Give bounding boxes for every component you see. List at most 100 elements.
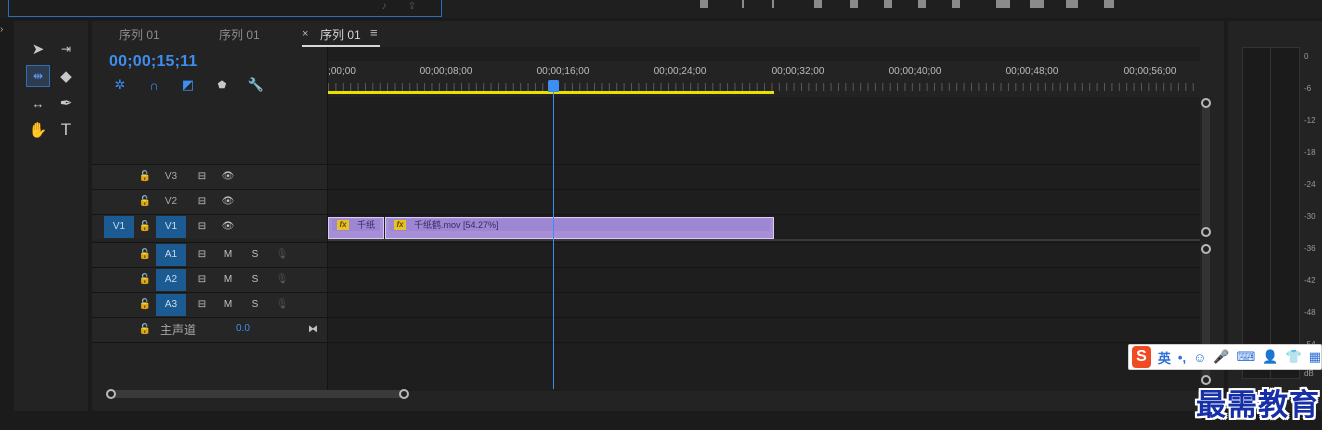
button-editor-icon[interactable]	[1104, 0, 1114, 8]
horizontal-zoom-scrollbar[interactable]	[106, 390, 406, 398]
slip-tool-icon[interactable]: ↔	[26, 92, 50, 114]
play-icon[interactable]	[884, 0, 892, 8]
tab-menu-icon[interactable]: ≡	[370, 25, 378, 40]
meter-split	[1270, 47, 1271, 379]
meter-tick: -36	[1304, 244, 1316, 253]
go-to-out-icon[interactable]	[952, 0, 960, 8]
add-marker-icon[interactable]: ⬟	[214, 77, 230, 93]
lock-icon[interactable]: 🔓	[138, 170, 152, 184]
sync-lock-icon[interactable]: ⊟	[195, 273, 209, 287]
go-to-in-icon[interactable]	[814, 0, 822, 8]
program-control-icon[interactable]	[700, 0, 708, 8]
tab-sequence-2[interactable]: 序列 01	[219, 26, 260, 43]
extract-icon[interactable]	[1030, 0, 1044, 8]
nest-toggle-icon[interactable]: ✲	[112, 77, 128, 93]
lift-icon[interactable]	[996, 0, 1010, 8]
eye-icon[interactable]: 👁	[221, 220, 235, 234]
track-header-v1: V1 🔓 V1 ⊟ 👁	[92, 215, 327, 239]
sync-lock-icon[interactable]: ⊟	[195, 248, 209, 262]
clip-2[interactable]: fx 千纸鹤.mov [54.27%]	[385, 217, 774, 239]
time-ruler[interactable]: ;00;00 00;00;08;00 00;00;16;00 00;00;24;…	[328, 61, 1200, 97]
ruler-label: 00;00;56;00	[1123, 66, 1177, 77]
insert-icon[interactable]: ♪	[377, 1, 391, 13]
ime-voice-icon[interactable]: 🎤	[1213, 349, 1229, 365]
microphone-icon[interactable]: 🎙	[275, 273, 289, 287]
mute-button[interactable]: M	[221, 248, 235, 262]
sync-lock-icon[interactable]: ⊟	[195, 220, 209, 234]
ime-logo[interactable]: S	[1132, 346, 1151, 368]
video-scroll-handle-top[interactable]	[1201, 98, 1211, 108]
meter-tick: -30	[1304, 212, 1316, 221]
track-target-a3[interactable]: A3	[156, 294, 186, 316]
ime-user-icon[interactable]: 👤	[1262, 349, 1278, 365]
mute-button[interactable]: M	[221, 298, 235, 312]
step-forward-icon[interactable]	[918, 0, 926, 8]
snap-icon[interactable]: ∩	[146, 77, 162, 93]
track-target-v3[interactable]: V3	[156, 166, 186, 188]
playhead-line[interactable]	[553, 91, 554, 389]
track-target-a2[interactable]: A2	[156, 269, 186, 291]
lock-icon[interactable]: 🔓	[138, 298, 152, 312]
track-select-tool-icon[interactable]: ⇥	[54, 38, 78, 60]
selection-tool-icon[interactable]: ➤	[26, 38, 50, 60]
razor-tool-icon[interactable]: ◆	[54, 65, 78, 87]
clip-1[interactable]: fx 千纸	[328, 217, 384, 239]
ruler-label: 00;00;32;00	[771, 66, 825, 77]
export-frame-icon[interactable]: ⇪	[405, 1, 419, 13]
sync-lock-icon[interactable]: ⊟	[195, 195, 209, 209]
sync-lock-icon[interactable]: ⊟	[195, 298, 209, 312]
source-patch-v1[interactable]: V1	[104, 216, 134, 238]
lock-icon[interactable]: 🔓	[138, 220, 152, 234]
zoom-handle-left[interactable]	[106, 389, 116, 399]
solo-button[interactable]: S	[248, 298, 262, 312]
mark-out-icon[interactable]	[772, 0, 774, 8]
track-target-a1[interactable]: A1	[156, 244, 186, 266]
step-back-icon[interactable]	[850, 0, 858, 8]
ime-skin-icon[interactable]: 👕	[1286, 349, 1302, 365]
ime-keyboard-icon[interactable]: ⌨	[1237, 349, 1256, 365]
lock-icon[interactable]: 🔓	[138, 248, 152, 262]
lock-icon[interactable]: 🔓	[138, 323, 152, 337]
linked-selection-icon[interactable]: ◩	[180, 77, 196, 93]
eye-icon[interactable]: 👁	[221, 170, 235, 184]
track-target-v2[interactable]: V2	[156, 191, 186, 213]
watermark: 最需教育	[1196, 388, 1320, 423]
tab-sequence-active[interactable]: 序列 01	[320, 26, 361, 43]
master-volume-value[interactable]: 0.0	[236, 323, 250, 334]
ime-emoji-icon[interactable]: ☺	[1193, 350, 1206, 365]
video-vertical-scrollbar[interactable]	[1202, 104, 1210, 234]
lock-icon[interactable]: 🔓	[138, 195, 152, 209]
track-target-v1[interactable]: V1	[156, 216, 186, 238]
timeline-settings-icon[interactable]: 🔧	[248, 77, 264, 93]
go-to-end-icon[interactable]: ⧓	[306, 323, 320, 337]
tab-close-icon[interactable]: ×	[302, 28, 308, 40]
type-tool-icon[interactable]: T	[54, 119, 78, 141]
ime-punctuation-toggle[interactable]: •,	[1178, 350, 1186, 365]
ime-language-toggle[interactable]: 英	[1158, 348, 1171, 367]
video-scroll-handle-bottom[interactable]	[1201, 227, 1211, 237]
ime-toolbox-icon[interactable]: ▦	[1309, 349, 1321, 365]
eye-icon[interactable]: 👁	[221, 195, 235, 209]
video-audio-divider[interactable]	[328, 239, 1200, 241]
lock-icon[interactable]: 🔓	[138, 273, 152, 287]
mute-button[interactable]: M	[221, 273, 235, 287]
microphone-icon[interactable]: 🎙	[275, 298, 289, 312]
meter-tick: -12	[1304, 116, 1316, 125]
ripple-edit-tool-icon[interactable]: ⇹	[26, 65, 50, 87]
zoom-handle-right[interactable]	[399, 389, 409, 399]
panel-expand-icon[interactable]: ›	[0, 24, 10, 35]
tab-sequence-1[interactable]: 序列 01	[119, 26, 160, 43]
meter-unit: dB	[1304, 369, 1314, 378]
track-row-empty	[92, 342, 1200, 366]
solo-button[interactable]: S	[248, 273, 262, 287]
pen-tool-icon[interactable]: ✒	[54, 92, 78, 114]
export-frame-button[interactable]	[1066, 0, 1078, 8]
track-row-v3: 🔓 V3 ⊟ 👁	[92, 164, 1200, 189]
audio-scroll-handle-top[interactable]	[1201, 244, 1211, 254]
mark-in-icon[interactable]	[742, 0, 744, 8]
playhead-timecode[interactable]: 00;00;15;11	[109, 53, 198, 71]
sync-lock-icon[interactable]: ⊟	[195, 170, 209, 184]
microphone-icon[interactable]: 🎙	[275, 248, 289, 262]
hand-tool-icon[interactable]: ✋	[26, 119, 50, 141]
solo-button[interactable]: S	[248, 248, 262, 262]
